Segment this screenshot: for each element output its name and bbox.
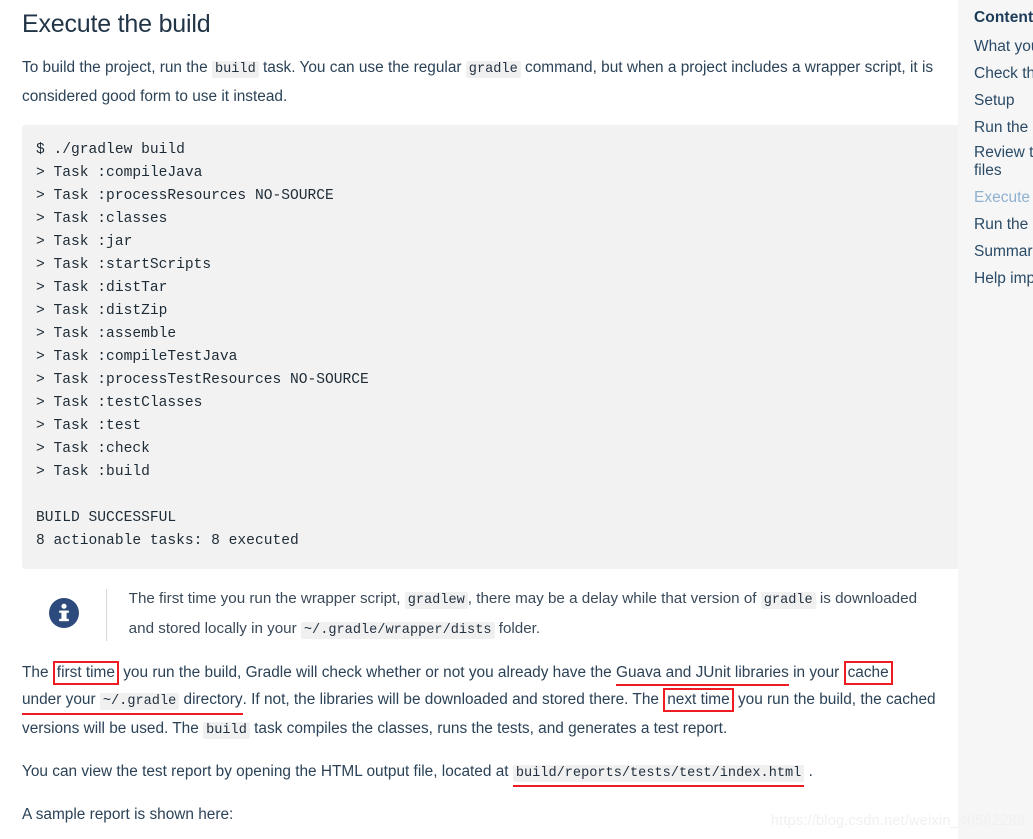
- note-text-2: , there may be a delay while that versio…: [467, 590, 761, 607]
- intro-text-2: task. You can use the regular: [258, 59, 466, 76]
- note-text-4: folder.: [494, 620, 541, 637]
- inline-code-build: build: [211, 61, 259, 78]
- ann-text-7: task compiles the classes, runs the test…: [249, 720, 728, 737]
- annotation-underline-libraries: Guava and JUnit libraries: [616, 662, 789, 686]
- note-body: The first time you run the wrapper scrip…: [107, 585, 936, 645]
- inline-code-gradle-dir: ~/.gradle: [99, 693, 180, 710]
- intro-text-1: To build the project, run the: [22, 59, 212, 76]
- sidebar-item-setup[interactable]: Setup: [974, 90, 1033, 111]
- ann-text-2: you run the build, Gradle will check whe…: [118, 664, 617, 681]
- ann-text-1: The: [22, 664, 53, 681]
- page-title: Execute the build: [22, 10, 211, 38]
- documentation-page: Execute the build To build the project, …: [0, 0, 1033, 839]
- inline-code-gradle: gradle: [465, 61, 521, 78]
- ann-under-text-2: directory: [179, 691, 243, 708]
- watermark: https://blog.csdn.net/weixin_40562288: [770, 813, 1025, 829]
- ann-under-text-1: under your: [22, 691, 100, 708]
- report-text-2: .: [804, 763, 813, 780]
- annotation-box-first-time: first time: [52, 661, 119, 685]
- sidebar-item-run-the[interactable]: Run the: [974, 117, 1033, 138]
- sidebar-item-run-the-2[interactable]: Run the: [974, 214, 1033, 235]
- annotated-paragraph: The first time you run the build, Gradle…: [22, 659, 936, 744]
- inline-code-build-2: build: [203, 722, 250, 739]
- report-text-1: You can view the test report by opening …: [22, 763, 513, 780]
- sidebar-item-help-improve[interactable]: Help imp: [974, 268, 1033, 289]
- annotation-box-cache: cache: [843, 661, 893, 685]
- ann-text-3: in your: [788, 664, 844, 681]
- sidebar-item-review-the-files[interactable]: Review t files: [974, 144, 1033, 180]
- intro-paragraph: To build the project, run the build task…: [22, 54, 936, 110]
- annotation-underline-gradle-dir: under your ~/.gradle directory: [22, 689, 243, 715]
- inline-code-gradlew: gradlew: [404, 592, 468, 609]
- info-note: The first time you run the wrapper scrip…: [22, 585, 936, 645]
- inline-code-report-path: build/reports/tests/test/index.html: [512, 765, 805, 782]
- sidebar-item-check-the[interactable]: Check th: [974, 63, 1033, 84]
- terminal-output-block: $ ./gradlew build > Task :compileJava > …: [22, 125, 960, 569]
- annotation-box-next-time: next time: [663, 688, 734, 712]
- inline-code-dists-path: ~/.gradle/wrapper/dists: [300, 622, 495, 639]
- contents-heading: Contents: [974, 9, 1033, 26]
- sidebar-item-what-you[interactable]: What you: [974, 36, 1033, 57]
- info-icon: [44, 593, 84, 633]
- terminal-output-text: $ ./gradlew build > Task :compileJava > …: [36, 142, 369, 549]
- report-paragraph: You can view the test report by opening …: [22, 758, 936, 787]
- ann-text-5: . If not, the libraries will be download…: [242, 691, 664, 708]
- contents-sidebar: Contents What you Check th Setup Run the…: [958, 0, 1033, 839]
- sidebar-item-summary[interactable]: Summar: [974, 241, 1033, 262]
- note-text-1: The first time you run the wrapper scrip…: [128, 590, 405, 607]
- contents-list: What you Check th Setup Run the Review t…: [974, 36, 1033, 289]
- inline-code-gradle-2: gradle: [760, 592, 816, 609]
- annotation-underline-report-path: build/reports/tests/test/index.html: [512, 761, 805, 787]
- sidebar-item-execute[interactable]: Execute: [974, 187, 1033, 208]
- main-content: Execute the build To build the project, …: [0, 0, 960, 839]
